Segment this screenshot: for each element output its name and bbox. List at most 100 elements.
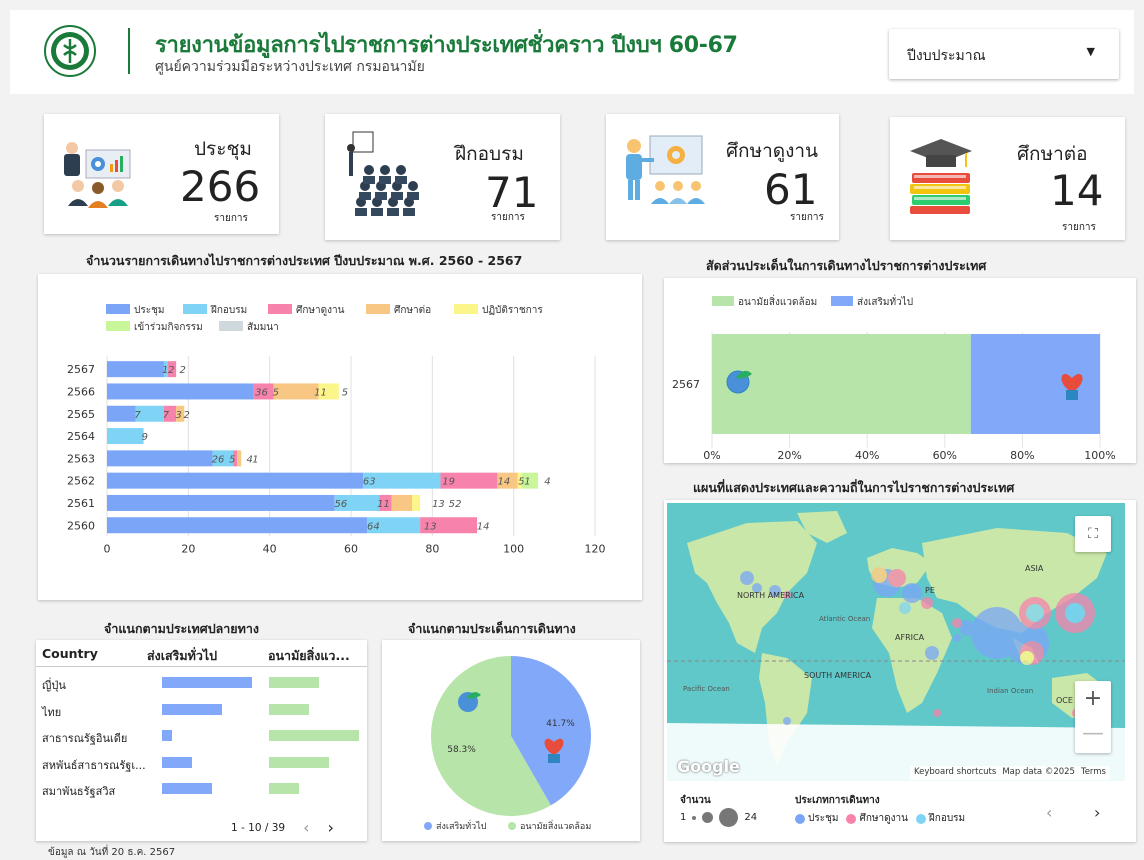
slice-label: 41.7% — [546, 719, 575, 729]
data-label: 5 — [229, 454, 235, 465]
legend-swatch — [106, 321, 130, 331]
small-circle-icon — [692, 815, 697, 820]
kpi-value: 266 — [180, 162, 261, 211]
zoom-in-button[interactable]: + — [1075, 681, 1111, 717]
data-label: 11 — [377, 499, 390, 510]
bar-segment — [712, 334, 971, 434]
data-label: 5 — [273, 387, 279, 398]
x-tick-label: 100 — [503, 542, 524, 555]
keyboard-shortcuts-link[interactable]: Keyboard shortcuts — [914, 767, 996, 779]
map-data-text: Map data ©2025 — [1002, 767, 1075, 777]
pagination-range: 1 - 10 / 39 — [231, 821, 286, 834]
page-subtitle: ศูนย์ความร่วมมือระหว่างประเทศ กรมอนามัย — [155, 59, 425, 75]
map-legend-count-max: 24 — [744, 812, 758, 823]
plus-icon: + — [1083, 686, 1103, 711]
legend-swatch — [183, 304, 207, 314]
x-tick-label: 20 — [181, 542, 195, 555]
legend-swatch — [268, 304, 292, 314]
share-chart: อนามัยสิ่งแวดล้อม ส่งเสริมทั่วไป 0% 20% 40% 6… — [672, 294, 1116, 462]
data-label: 2 — [168, 365, 174, 376]
legend-swatch — [106, 304, 130, 314]
bar-segment — [107, 428, 144, 445]
table-row[interactable]: สหพันธ์สาธารณรัฐเ... — [36, 750, 367, 776]
data-label: 64 — [367, 521, 380, 532]
table-row[interactable]: ญี่ปุ่น — [36, 670, 367, 696]
chevron-left-icon: ‹ — [1046, 803, 1053, 822]
kpi-value: 14 — [1050, 166, 1104, 215]
data-label: 3 — [175, 410, 181, 421]
table-row[interactable]: ไทย — [36, 697, 367, 723]
data-label: 14 — [477, 521, 490, 532]
env-bar — [269, 677, 319, 688]
legend-swatch — [831, 296, 853, 306]
data-label: 7 — [134, 410, 141, 421]
legend-label: ศึกษาดูงาน — [296, 304, 345, 316]
col-country[interactable]: Country — [42, 646, 98, 661]
data-label: 13 — [424, 521, 437, 532]
terms-link[interactable]: Terms — [1081, 767, 1106, 779]
table-pagination: 1 - 10 / 39 ‹ › — [231, 818, 334, 837]
zoom-out-button[interactable]: — — [1075, 717, 1111, 753]
fiscal-year-dropdown[interactable]: ปีงบประมาณ ▼ — [889, 29, 1119, 79]
country-name: ญี่ปุ่น — [42, 679, 66, 692]
legend-label: ส่งเสริมทั่วไป — [436, 819, 487, 832]
data-label: 1 — [524, 477, 530, 488]
x-tick-label: 60% — [933, 449, 957, 462]
bar-segment — [237, 450, 242, 467]
graduation-books-icon — [910, 139, 972, 214]
x-tick-label: 80% — [1010, 449, 1034, 462]
data-label: 26 — [212, 454, 225, 465]
data-label: 63 — [363, 477, 376, 488]
bar-segment — [107, 450, 213, 467]
bar-segment — [273, 383, 319, 400]
y-tick-label: 2564 — [67, 430, 95, 443]
country-name: ไทย — [42, 705, 62, 719]
general-bar — [162, 783, 212, 794]
legend-label: ประชุม — [134, 305, 164, 316]
dumbbell-shape — [1066, 390, 1078, 400]
col-env[interactable]: อนามัยสิ่งแว... — [268, 646, 350, 666]
legend-label: เข้าร่วมกิจกรรม — [134, 321, 203, 333]
kpi-unit: รายการ — [1062, 222, 1096, 233]
data-label: 2 — [184, 410, 190, 421]
country-table-title: จำแนกตามประเทศปลายทาง — [104, 621, 259, 636]
medium-circle-icon — [702, 812, 714, 823]
legend-label: สัมมนา — [247, 322, 279, 333]
x-tick-label: 0 — [104, 542, 111, 555]
col-general[interactable]: ส่งเสริมทั่วไป — [147, 646, 217, 666]
data-label: 19 — [442, 477, 455, 488]
map-label-pacific: Pacific Ocean — [683, 685, 730, 693]
legend-swatch — [712, 296, 734, 306]
prev-page-button[interactable]: ‹ — [303, 818, 309, 837]
fullscreen-button[interactable]: ⛶ — [1075, 516, 1111, 552]
caret-down-icon: ▼ — [1086, 45, 1095, 58]
table-row[interactable]: สมาพันธรัฐสวิส — [36, 776, 367, 802]
map-legend-type-title: ประเภทการเดินทาง — [795, 795, 880, 806]
map-legend-count-scale: 1 24 — [680, 808, 757, 827]
map-label-europe: PE — [925, 586, 935, 595]
map-legend-prev-button[interactable]: ‹ — [1046, 803, 1052, 822]
world-map[interactable]: ASIA NORTH AMERICA AFRICA SOUTH AMERICA … — [667, 503, 1125, 781]
general-bar — [162, 730, 172, 741]
data-label: 14 — [498, 477, 511, 488]
bar-segment — [107, 383, 254, 400]
country-table-card: Country ส่งเสริมทั่วไป อนามัยสิ่งแว... ญ… — [36, 640, 367, 841]
x-tick-label: 80 — [425, 542, 439, 555]
map-label-south-america: SOUTH AMERICA — [804, 671, 872, 680]
bar-segment — [107, 472, 364, 489]
data-label: 4 — [544, 477, 550, 488]
meeting-icon — [64, 142, 131, 208]
legend-dot-training — [915, 813, 926, 824]
map-title: แผนที่แสดงประเทศและความถี่ในการไปราชการต… — [693, 480, 1015, 495]
next-page-button[interactable]: › — [328, 818, 334, 837]
bar-segment — [107, 405, 136, 422]
bar-segment — [107, 494, 335, 511]
table-row[interactable]: สาธารณรัฐอินเดีย — [36, 723, 367, 749]
legend-swatch — [219, 321, 243, 331]
legend-label: ส่งเสริมทั่วไป — [857, 294, 913, 308]
fiscal-year-dropdown-label: ปีงบประมาณ — [907, 48, 986, 64]
x-tick-label: 40% — [855, 449, 879, 462]
x-tick-label: 100% — [1084, 449, 1115, 462]
map-legend-next-button[interactable]: › — [1094, 803, 1100, 822]
map-label-indian: Indian Ocean — [987, 687, 1033, 695]
